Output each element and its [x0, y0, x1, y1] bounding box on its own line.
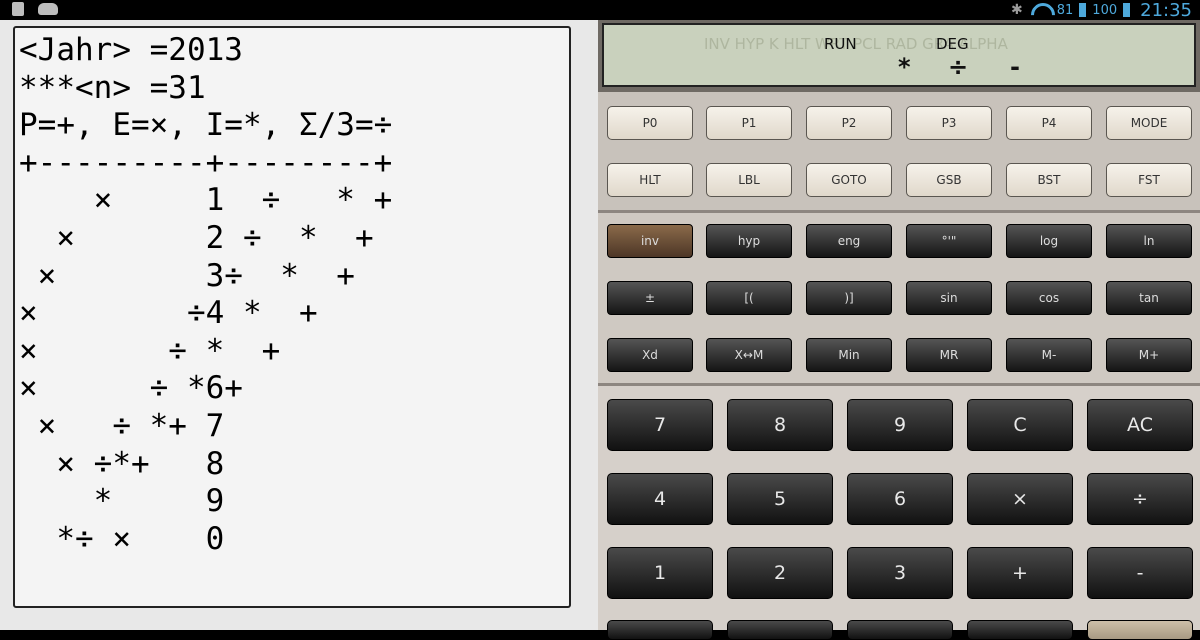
key-8[interactable]: 8	[727, 399, 833, 451]
key-close-paren[interactable]: )]	[806, 281, 892, 315]
key-dms[interactable]: °'"	[906, 224, 992, 258]
key-add[interactable]: +	[967, 547, 1073, 599]
key-fst[interactable]: FST	[1106, 163, 1192, 197]
key-4[interactable]: 4	[607, 473, 713, 525]
battery2-level: 100	[1092, 2, 1118, 18]
key-ln[interactable]: ln	[1106, 224, 1192, 258]
output-text: <Jahr> =2013 ***<n> =31 P=+, E=×, I=*, Σ/3…	[15, 28, 569, 558]
key-inv[interactable]: inv	[607, 224, 693, 258]
key-all-clear[interactable]: AC	[1087, 399, 1193, 451]
key-divide[interactable]: ÷	[1087, 473, 1193, 525]
output-line: *÷ × 0	[19, 520, 225, 557]
key-open-paren[interactable]: [(	[706, 281, 792, 315]
output-line: ***<n> =31	[19, 69, 206, 106]
calculator-notification-icon	[12, 2, 24, 16]
key-9[interactable]: 9	[847, 399, 953, 451]
key-plus-minus[interactable]: ±	[607, 281, 693, 315]
key-lbl[interactable]: LBL	[706, 163, 792, 197]
function-key-area: inv hyp eng °'" log ln ± [( )] sin cos t…	[598, 213, 1200, 383]
left-pane: <Jahr> =2013 ***<n> =31 P=+, E=×, I=*, Σ/3…	[0, 20, 598, 630]
key-partial[interactable]	[1087, 620, 1193, 640]
output-line: × ÷ * +	[19, 332, 281, 369]
numeric-key-area: 7 8 9 C AC 4 5 6 × ÷ 1 2 3 + -	[598, 386, 1200, 640]
key-m-minus[interactable]: M-	[1006, 338, 1092, 372]
output-line: × 2 ÷ * +	[19, 219, 374, 256]
key-p3[interactable]: P3	[906, 106, 992, 140]
output-line: × 3÷ * +	[19, 257, 355, 294]
android-notification-icon	[38, 3, 58, 15]
calculator: INV HYP K HLT WRT PCL RAD GRA ALPHA RUN …	[598, 20, 1200, 640]
lcd-symbol-3: -	[1010, 53, 1020, 81]
battery2-icon	[1123, 3, 1131, 17]
key-x-exchange-m[interactable]: X↔M	[706, 338, 792, 372]
lcd-display: INV HYP K HLT WRT PCL RAD GRA ALPHA RUN …	[602, 23, 1196, 87]
key-partial[interactable]	[967, 620, 1073, 640]
status-left-icons	[12, 2, 58, 16]
key-p2[interactable]: P2	[806, 106, 892, 140]
key-2[interactable]: 2	[727, 547, 833, 599]
key-1[interactable]: 1	[607, 547, 713, 599]
key-hlt[interactable]: HLT	[607, 163, 693, 197]
output-line: × ÷*+ 8	[19, 445, 225, 482]
key-log[interactable]: log	[1006, 224, 1092, 258]
status-right-area: ✱ 81 100 21:35	[1011, 0, 1192, 21]
key-gsb[interactable]: GSB	[906, 163, 992, 197]
key-partial[interactable]	[847, 620, 953, 640]
key-5[interactable]: 5	[727, 473, 833, 525]
key-p0[interactable]: P0	[607, 106, 693, 140]
output-line: <Jahr> =2013	[19, 32, 243, 68]
key-7[interactable]: 7	[607, 399, 713, 451]
output-line: × 1 ÷ * +	[19, 182, 393, 219]
bluetooth-icon: ✱	[1011, 2, 1023, 18]
key-subtract[interactable]: -	[1087, 547, 1193, 599]
clock: 21:35	[1140, 0, 1192, 21]
output-line: +---------+--------+	[19, 144, 393, 181]
battery1-level: 81	[1056, 2, 1074, 18]
battery1-icon	[1079, 3, 1087, 17]
key-min[interactable]: Min	[806, 338, 892, 372]
program-key-area: P0 P1 P2 P3 P4 MODE HLT LBL GOTO GSB BST…	[598, 92, 1200, 210]
key-goto[interactable]: GOTO	[806, 163, 892, 197]
output-line: × ÷ *+ 7	[19, 407, 225, 444]
key-mode[interactable]: MODE	[1106, 106, 1192, 140]
output-line: × ÷4 * +	[19, 295, 318, 332]
output-panel[interactable]: <Jahr> =2013 ***<n> =31 P=+, E=×, I=*, Σ/3…	[13, 26, 571, 608]
key-cos[interactable]: cos	[1006, 281, 1092, 315]
lcd-symbol-1: *	[898, 53, 911, 81]
key-hyp[interactable]: hyp	[706, 224, 792, 258]
key-3[interactable]: 3	[847, 547, 953, 599]
key-m-plus[interactable]: M+	[1106, 338, 1192, 372]
key-6[interactable]: 6	[847, 473, 953, 525]
output-line: * 9	[19, 483, 225, 520]
output-line: P=+, E=×, I=*, Σ/3=÷	[19, 107, 393, 144]
key-clear[interactable]: C	[967, 399, 1073, 451]
key-multiply[interactable]: ×	[967, 473, 1073, 525]
lcd-frame: INV HYP K HLT WRT PCL RAD GRA ALPHA RUN …	[598, 20, 1200, 92]
key-mr[interactable]: MR	[906, 338, 992, 372]
key-partial[interactable]	[607, 620, 713, 640]
status-bar: ✱ 81 100 21:35	[0, 0, 1200, 21]
key-p4[interactable]: P4	[1006, 106, 1092, 140]
key-partial[interactable]	[727, 620, 833, 640]
key-p1[interactable]: P1	[706, 106, 792, 140]
lcd-deg-indicator: DEG	[936, 35, 969, 53]
key-bst[interactable]: BST	[1006, 163, 1092, 197]
wifi-icon	[1029, 3, 1051, 17]
key-xd[interactable]: Xd	[607, 338, 693, 372]
lcd-run-indicator: RUN	[824, 35, 857, 53]
key-eng[interactable]: eng	[806, 224, 892, 258]
key-tan[interactable]: tan	[1106, 281, 1192, 315]
output-line: × ÷ *6+	[19, 370, 243, 407]
key-sin[interactable]: sin	[906, 281, 992, 315]
lcd-symbol-2: ÷	[948, 53, 969, 81]
